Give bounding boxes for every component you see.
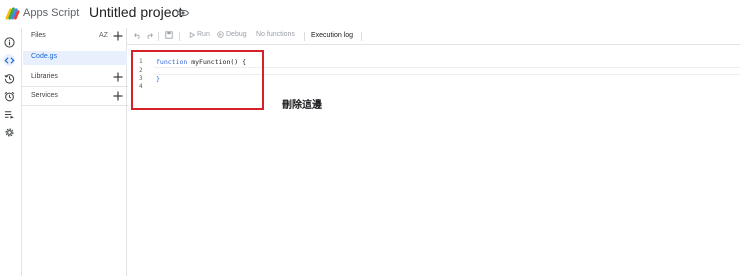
redo-icon[interactable] <box>146 32 153 39</box>
annotation-highlight-box <box>131 50 264 110</box>
save-icon[interactable] <box>165 31 173 39</box>
editor-toolbar: Run Debug No functions Execution log <box>127 28 740 45</box>
info-icon[interactable] <box>3 36 15 48</box>
toolbar-separator <box>179 32 180 41</box>
file-item-code-gs[interactable]: Code.gs <box>23 51 127 65</box>
function-select[interactable]: No functions <box>256 31 295 38</box>
project-title[interactable]: Untitled project <box>89 4 182 20</box>
eye-icon[interactable] <box>177 8 189 18</box>
run-button[interactable]: Run <box>189 31 210 38</box>
libraries-label: Libraries <box>31 73 58 80</box>
files-label: Files <box>31 32 46 39</box>
debug-label: Debug <box>226 31 247 38</box>
apps-script-logo-icon[interactable] <box>5 6 20 21</box>
toolbar-separator <box>361 32 362 41</box>
editor-icon[interactable] <box>3 54 15 66</box>
play-icon <box>189 31 195 38</box>
services-label: Services <box>31 92 58 99</box>
add-service-icon[interactable] <box>113 91 123 101</box>
executions-icon[interactable] <box>3 108 15 120</box>
files-panel: Files AZ Code.gs Libraries Services <box>21 28 128 276</box>
history-icon[interactable] <box>3 72 15 84</box>
settings-gear-icon[interactable] <box>3 126 15 138</box>
execution-log-button[interactable]: Execution log <box>311 32 353 39</box>
toolbar-separator <box>304 32 305 41</box>
annotation-text: 刪除這邊 <box>282 100 322 111</box>
function-select-label: No functions <box>256 31 295 38</box>
app-name[interactable]: Apps Script <box>23 7 79 19</box>
debug-icon <box>217 31 224 38</box>
panel-divider <box>22 105 128 106</box>
files-header: Files AZ <box>22 29 128 47</box>
file-label: Code.gs <box>31 53 58 60</box>
sort-az-icon[interactable]: AZ <box>99 32 108 39</box>
toolbar-separator <box>158 32 159 41</box>
add-library-icon[interactable] <box>113 72 123 82</box>
add-file-icon[interactable] <box>113 31 123 41</box>
panel-divider <box>22 86 128 87</box>
alarm-icon[interactable] <box>3 90 15 102</box>
run-label: Run <box>197 31 210 38</box>
debug-button[interactable]: Debug <box>217 31 247 38</box>
left-rail <box>0 28 20 276</box>
top-bar: Apps Script Untitled project <box>0 0 740 28</box>
undo-icon[interactable] <box>134 32 141 39</box>
